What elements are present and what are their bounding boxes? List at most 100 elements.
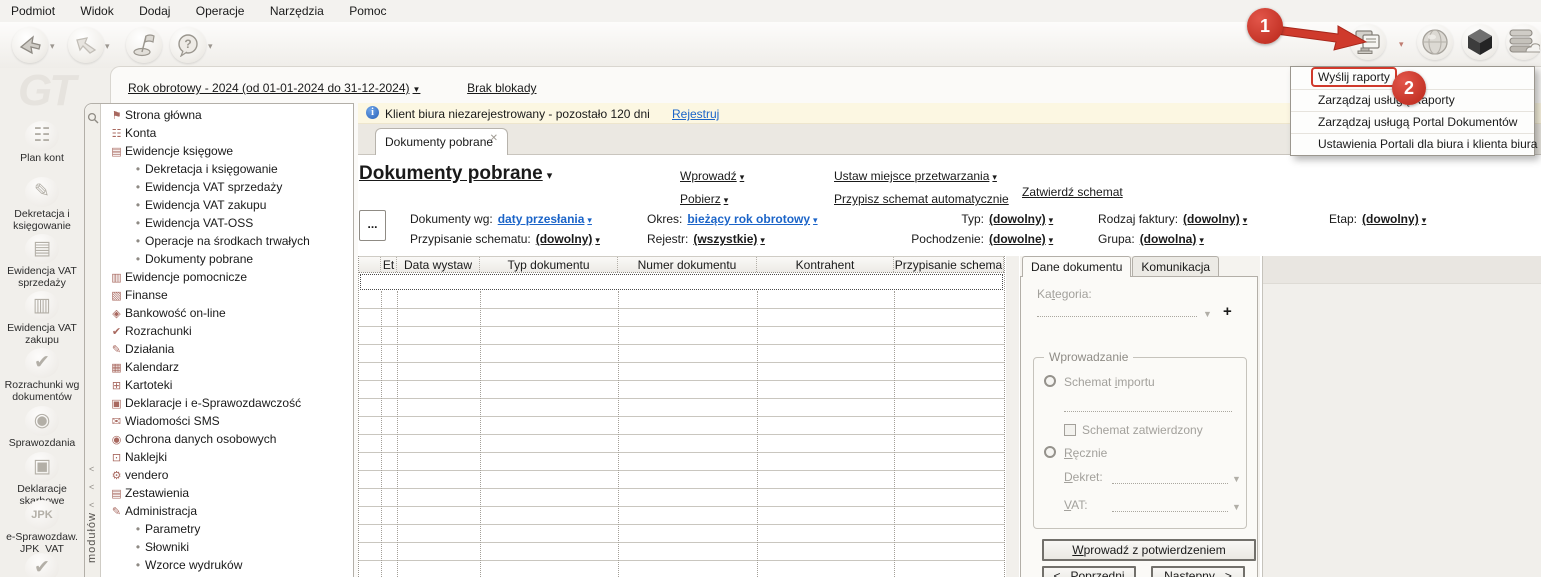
menu-widok[interactable]: Widok xyxy=(69,0,124,21)
filter-rodzaj-faktury-value[interactable]: (dowolny) xyxy=(1183,212,1247,226)
panel-splitter[interactable]: > > > xyxy=(1006,256,1019,577)
wprowadz-link[interactable]: Wprowadź xyxy=(680,169,744,183)
lock-status-link[interactable]: Brak blokady xyxy=(467,81,536,95)
module-jpk[interactable]: JPK e-Sprawozdaw. JPK_VAT xyxy=(0,500,84,555)
tree-item-ewidencje-pomocnicze[interactable]: ▥ Ewidencje pomocnicze xyxy=(101,268,353,286)
search-icon[interactable] xyxy=(87,112,99,127)
ustaw-miejsce-link[interactable]: Ustaw miejsce przetwarzania xyxy=(834,169,997,183)
tree-item-rozrachunki[interactable]: ✔ Rozrachunki xyxy=(101,322,353,340)
flag-button[interactable] xyxy=(126,27,162,63)
module-plan-kont[interactable]: ☷ Plan kont xyxy=(0,121,84,165)
tab-dokumenty-pobrane[interactable]: Dokumenty pobrane ✕ xyxy=(375,128,508,156)
more-filters-button[interactable]: ... xyxy=(359,210,386,241)
tree-item-srodki-trwale[interactable]: Operacje na środkach trwałych xyxy=(101,232,353,250)
tab-close-icon[interactable]: ✕ xyxy=(490,133,498,144)
tree-item-konta[interactable]: ☷ Konta xyxy=(101,124,353,142)
col-data-wystaw[interactable]: Data wystaw xyxy=(397,257,480,272)
tree-item-dzialania[interactable]: ✎ Działania xyxy=(101,340,353,358)
przypisz-schemat-link[interactable]: Przypisz schemat automatycznie xyxy=(834,192,1009,206)
wprowadz-z-potwierdzeniem-button[interactable]: Wprowadź z potwierdzeniem xyxy=(1042,539,1256,561)
filter-rejestr-value[interactable]: (wszystkie) xyxy=(693,232,765,246)
tree-item-vendero[interactable]: ⚙ vendero xyxy=(101,466,353,484)
col-numer-dokumentu[interactable]: Numer dokumentu xyxy=(618,257,757,272)
tree-item-vat-sprzedazy[interactable]: Ewidencja VAT sprzedaży xyxy=(101,178,353,196)
tree-item-kartoteki[interactable]: ⊞ Kartoteki xyxy=(101,376,353,394)
help-button[interactable]: ? xyxy=(170,27,206,63)
posting-icon: ✎ xyxy=(25,177,59,207)
tree-item-naklejki[interactable]: ⊡ Naklejki xyxy=(101,448,353,466)
server-cloud-button[interactable] xyxy=(1506,24,1541,60)
tree-item-wzorce-wydrukow[interactable]: Wzorce wydruków xyxy=(101,556,353,574)
filter-etap-value[interactable]: (dowolny) xyxy=(1362,212,1426,226)
info-icon: i xyxy=(366,106,379,119)
menu-narzedzia[interactable]: Narzędzia xyxy=(259,0,335,21)
menu-item-ustawienia-portali[interactable]: Ustawienia Portali dla biura i klienta b… xyxy=(1291,133,1537,155)
collapse-chevron-icon[interactable]: < xyxy=(89,482,94,492)
tree-item-dekretacja[interactable]: Dekretacja i księgowanie xyxy=(101,160,353,178)
tree-item-zestawienia[interactable]: ▤ Zestawienia xyxy=(101,484,353,502)
table-row[interactable] xyxy=(360,274,1003,290)
filter-dokumenty-wg-value[interactable]: daty przesłania xyxy=(498,212,592,226)
register-link[interactable]: Rejestruj xyxy=(672,107,719,121)
filter-grupa-value[interactable]: (dowolna) xyxy=(1140,232,1204,246)
col-icon[interactable] xyxy=(359,257,381,272)
cursor-select-caret-icon[interactable]: ▾ xyxy=(50,41,55,52)
tree-item-sms[interactable]: ✉ Wiadomości SMS xyxy=(101,412,353,430)
cube-button[interactable] xyxy=(1462,24,1498,60)
help-caret-icon[interactable]: ▾ xyxy=(208,41,213,52)
globe-button[interactable] xyxy=(1417,24,1453,60)
tree-item-dokumenty-pobrane[interactable]: Dokumenty pobrane xyxy=(101,250,353,268)
tree-item-ewidencje-ksiegowe[interactable]: ▤ Ewidencje księgowe xyxy=(101,142,353,160)
module-vat-zakupu[interactable]: ▥ Ewidencja VAT zakupu xyxy=(0,291,84,346)
col-przypisanie-schematu[interactable]: Przypisanie schema xyxy=(894,257,1004,272)
tree-item-kalendarz[interactable]: ▦ Kalendarz xyxy=(101,358,353,376)
tree-item-strona-glowna[interactable]: ⚑ Strona główna xyxy=(101,106,353,124)
menu-operacje[interactable]: Operacje xyxy=(185,0,256,21)
module-dekretacja[interactable]: ✎ Dekretacja i księgowanie xyxy=(0,177,84,232)
tree-item-vat-oss[interactable]: Ewidencja VAT-OSS xyxy=(101,214,353,232)
menu-podmiot[interactable]: Podmiot xyxy=(0,0,66,21)
pobierz-link[interactable]: Pobierz xyxy=(680,192,728,206)
filter-przypisanie-value[interactable]: (dowolny) xyxy=(536,232,600,246)
strip-vertical-label: modułów xyxy=(86,512,98,564)
menu-dodaj[interactable]: Dodaj xyxy=(128,0,181,21)
tree-item-finanse[interactable]: ▧ Finanse xyxy=(101,286,353,304)
filter-typ-value[interactable]: (dowolny) xyxy=(989,212,1053,226)
tree-item-bankowosc[interactable]: ◈ Bankowość on-line xyxy=(101,304,353,322)
col-kontrahent[interactable]: Kontrahent xyxy=(757,257,894,272)
collapse-chevron-icon[interactable]: < xyxy=(89,500,94,510)
fiscal-year-selector[interactable]: Rok obrotowy - 2024 (od 01-01-2024 do 31… xyxy=(128,81,420,95)
menu-item-zarzadzaj-portal[interactable]: Zarządzaj usługą Portal Dokumentów xyxy=(1291,111,1534,133)
tree-item-slowniki[interactable]: Słowniki xyxy=(101,538,353,556)
tree-item-rodo[interactable]: ◉ Ochrona danych osobowych xyxy=(101,430,353,448)
menu-pomoc[interactable]: Pomoc xyxy=(338,0,397,21)
cursor-select-button[interactable] xyxy=(12,27,48,63)
zatwierdz-schemat-link[interactable]: Zatwierdź schemat xyxy=(1022,185,1123,199)
collapse-chevron-icon[interactable]: < xyxy=(89,464,94,474)
tab-dane-dokumentu[interactable]: Dane dokumentu xyxy=(1022,256,1132,277)
poprzedni-button[interactable]: < Poprzedni xyxy=(1042,566,1136,577)
page-title[interactable]: Dokumenty pobrane xyxy=(359,163,552,185)
filter-pochodzenie-value[interactable]: (dowolne) xyxy=(989,232,1053,246)
forward-caret-icon[interactable]: ▾ xyxy=(105,41,110,52)
tree-item-administracja[interactable]: ✎ Administracja xyxy=(101,502,353,520)
tree-item-deklaracje[interactable]: ▣ Deklaracje i e-Sprawozdawczość xyxy=(101,394,353,412)
forward-button[interactable] xyxy=(68,27,104,63)
reports-icon: ◉ xyxy=(25,406,59,436)
nav-tree: ⚑ Strona główna ☷ Konta ▤ Ewidencje księgow… xyxy=(101,104,353,577)
module-sprawozdania[interactable]: ◉ Sprawozdania xyxy=(0,406,84,450)
add-kategoria-button[interactable]: + xyxy=(1223,303,1232,320)
tree-item-vat-zakupu[interactable]: Ewidencja VAT zakupu xyxy=(101,196,353,214)
tree-item-parametry[interactable]: Parametry xyxy=(101,520,353,538)
tab-komunikacja[interactable]: Komunikacja xyxy=(1132,256,1220,276)
module-deklaracje[interactable]: ▣Deklaracje skarbowe xyxy=(0,452,84,507)
col-typ-dokumentu[interactable]: Typ dokumentu xyxy=(480,257,618,272)
module-vat-sprzedazy[interactable]: ▤ Ewidencja VAT sprzedaży xyxy=(0,234,84,289)
raporty-caret-icon[interactable]: ▾ xyxy=(1399,39,1404,50)
filter-okres-value[interactable]: bieżący rok obrotowy xyxy=(687,212,817,226)
col-et[interactable]: Et xyxy=(381,257,397,272)
module-partial[interactable]: ✔ xyxy=(0,553,84,577)
module-rozrachunki[interactable]: ✔ Rozrachunki wg dokumentów xyxy=(0,348,84,403)
jpk-icon: JPK xyxy=(25,500,59,530)
nastepny-button[interactable]: Następny > xyxy=(1151,566,1245,577)
